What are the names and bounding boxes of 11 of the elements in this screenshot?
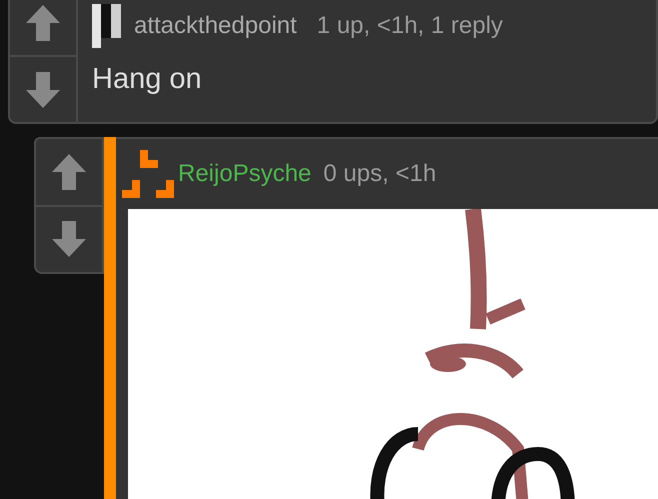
downvote-icon[interactable] [52,221,86,258]
comment-meta: 0 ups, <1h [323,160,436,188]
upvote-icon[interactable] [52,154,86,190]
avatar-icon [92,4,122,48]
comment-text: Hang on [91,62,203,97]
username[interactable]: attackthedpoint [134,12,297,40]
downvote-icon[interactable] [26,72,60,108]
comment-meta: 1 up, <1h, 1 reply [316,12,503,40]
avatar-icon [122,150,174,198]
upvote-icon[interactable] [26,4,60,40]
username[interactable]: ReijoPsyche [178,160,312,188]
